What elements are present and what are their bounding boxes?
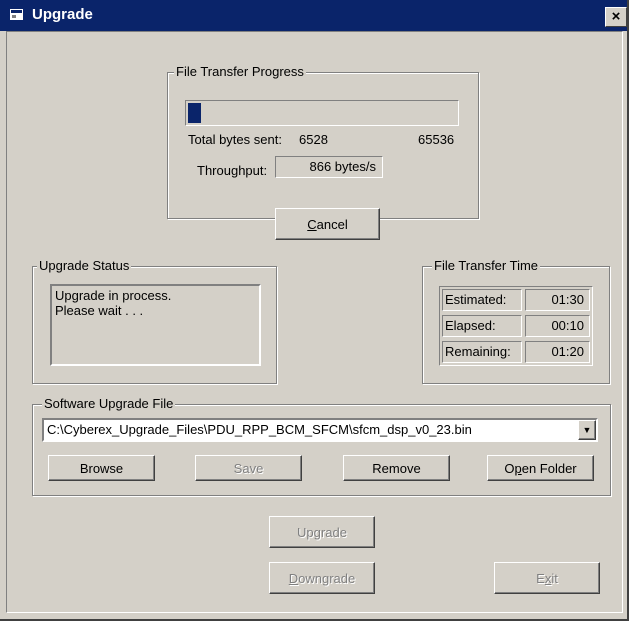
throughput-label: Throughput: (197, 163, 268, 178)
remaining-label: Remaining: (442, 341, 522, 363)
bytes-sent-value: 6528 (299, 132, 328, 147)
status-textbox: Upgrade in process. Please wait . . . (50, 284, 261, 366)
file-transfer-time-group: File Transfer Time Estimated: 01:30 Elap… (422, 258, 610, 384)
estimated-value: 01:30 (525, 289, 590, 311)
open-folder-button[interactable]: Open Folder (487, 455, 594, 481)
save-button[interactable]: Save (195, 455, 302, 481)
window-title: Upgrade (32, 6, 93, 23)
software-upgrade-file-group: Software Upgrade File C:\Cyberex_Upgrade… (32, 396, 611, 496)
exit-button[interactable]: Exit (494, 562, 600, 594)
elapsed-label: Elapsed: (442, 315, 522, 337)
close-button[interactable]: × (605, 7, 627, 27)
file-path-combobox[interactable]: C:\Cyberex_Upgrade_Files\PDU_RPP_BCM_SFC… (42, 418, 598, 442)
progress-bar (185, 100, 459, 126)
dialog-body: File Transfer Progress Total bytes sent:… (6, 31, 623, 613)
elapsed-value: 00:10 (525, 315, 590, 337)
file-transfer-progress-group: File Transfer Progress Total bytes sent:… (167, 64, 479, 219)
group-legend: File Transfer Progress (174, 64, 306, 80)
upgrade-status-group: Upgrade Status Upgrade in process. Pleas… (32, 258, 277, 384)
time-table: Estimated: 01:30 Elapsed: 00:10 Remainin… (439, 286, 593, 366)
estimated-label: Estimated: (442, 289, 522, 311)
file-path-value: C:\Cyberex_Upgrade_Files\PDU_RPP_BCM_SFC… (47, 422, 472, 437)
bytes-sent-label: Total bytes sent: (188, 132, 282, 147)
browse-button[interactable]: Browse (48, 455, 155, 481)
cancel-button[interactable]: Cancel (275, 208, 380, 240)
throughput-value: 866 bytes/s (309, 159, 377, 174)
chevron-down-icon: ▼ (582, 425, 592, 435)
total-bytes-value: 65536 (418, 132, 455, 147)
remaining-value: 01:20 (525, 341, 590, 363)
status-line: Please wait . . . (55, 303, 144, 318)
downgrade-button[interactable]: Downgrade (269, 562, 375, 594)
title-bar: Upgrade × (0, 0, 627, 31)
group-legend: Upgrade Status (37, 258, 132, 274)
remove-button[interactable]: Remove (343, 455, 450, 481)
progress-block (188, 103, 201, 123)
app-icon (10, 9, 23, 20)
upgrade-button[interactable]: Upgrade (269, 516, 375, 548)
group-legend: File Transfer Time (432, 258, 541, 274)
group-legend: Software Upgrade File (42, 396, 176, 412)
close-icon: × (611, 8, 621, 25)
throughput-field: 866 bytes/s (275, 156, 383, 178)
status-line: Upgrade in process. (55, 288, 172, 303)
upgrade-dialog: Upgrade × File Transfer Progress Total b… (0, 0, 629, 621)
dropdown-button[interactable]: ▼ (578, 420, 596, 440)
